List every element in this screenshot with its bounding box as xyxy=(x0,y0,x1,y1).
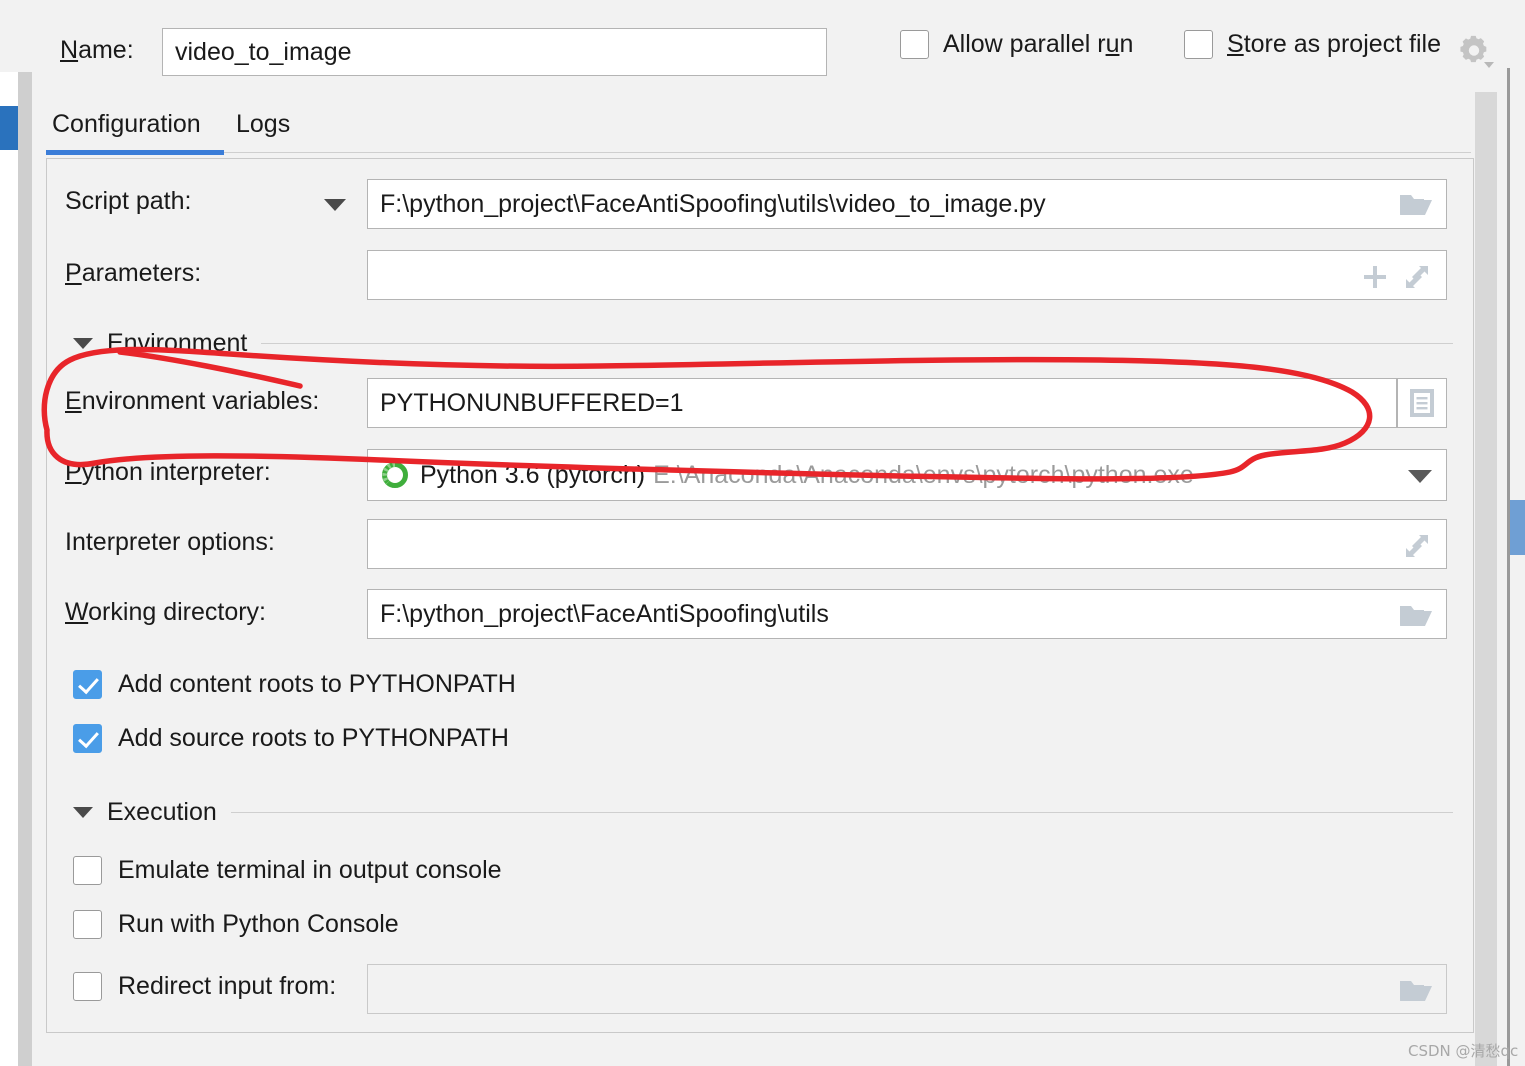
redirect-input-browse-button[interactable] xyxy=(1395,975,1437,1007)
run-with-python-console-box[interactable] xyxy=(73,910,102,939)
store-as-project-file-box[interactable] xyxy=(1184,30,1213,59)
name-label-accel: N xyxy=(60,36,79,64)
emulate-terminal-box[interactable] xyxy=(73,856,102,885)
right-pane-strip xyxy=(1510,68,1525,1066)
working-directory-field[interactable]: F:\python_project\FaceAntiSpoofing\utils xyxy=(367,589,1447,639)
redirect-input-label: Redirect input from: xyxy=(118,972,337,1000)
working-directory-label: Working directory: xyxy=(65,598,267,626)
tab-logs[interactable]: Logs xyxy=(232,104,294,152)
expand-icon xyxy=(1406,266,1428,288)
script-path-field[interactable]: F:\python_project\FaceAntiSpoofing\utils… xyxy=(367,179,1447,229)
configuration-panel: Script path: F:\python_project\FaceAntiS… xyxy=(46,158,1474,1033)
folder-icon xyxy=(1400,195,1432,215)
watermark: CSDN @清愁qc xyxy=(1408,1042,1519,1060)
document-list-icon xyxy=(1410,389,1434,417)
left-gutter-selection-marker[interactable] xyxy=(0,106,18,150)
add-source-roots-box[interactable] xyxy=(73,724,102,753)
parameters-insert-macro-button[interactable] xyxy=(1357,261,1393,293)
emulate-terminal-checkbox[interactable]: Emulate terminal in output console xyxy=(73,856,502,885)
add-content-roots-box[interactable] xyxy=(73,670,102,699)
left-divider xyxy=(18,72,32,1066)
add-source-roots-checkbox[interactable]: Add source roots to PYTHONPATH xyxy=(73,724,509,753)
tab-bar: Configuration Logs xyxy=(32,104,1475,155)
execution-section-header[interactable]: Execution xyxy=(73,798,1453,827)
redirect-input-field[interactable] xyxy=(367,964,1447,1014)
left-gutter xyxy=(0,72,18,1066)
execution-section-title: Execution xyxy=(107,798,217,826)
parameters-label: Parameters: xyxy=(65,259,202,287)
script-path-browse-button[interactable] xyxy=(1395,189,1437,221)
parameters-expand-button[interactable] xyxy=(1399,261,1435,293)
allow-parallel-run-checkbox[interactable]: Allow parallel run xyxy=(900,30,1133,59)
name-label-rest: ame: xyxy=(78,36,134,64)
plus-icon xyxy=(1364,266,1386,288)
vertical-scrollbar[interactable] xyxy=(1475,92,1497,1066)
run-with-python-console-label: Run with Python Console xyxy=(118,910,399,938)
allow-parallel-run-box[interactable] xyxy=(900,30,929,59)
environment-variables-field[interactable]: PYTHONUNBUFFERED=1 xyxy=(367,378,1397,428)
python-interpreter-combobox[interactable]: Python 3.6 (pytorch) E:\Anaconda\Anacond… xyxy=(367,449,1447,501)
add-content-roots-checkbox[interactable]: Add content roots to PYTHONPATH xyxy=(73,670,516,699)
working-directory-value: F:\python_project\FaceAntiSpoofing\utils xyxy=(380,599,829,628)
name-label: Name: xyxy=(60,36,134,65)
environment-variables-edit-button[interactable] xyxy=(1397,378,1447,428)
environment-section-header[interactable]: Environment xyxy=(73,329,1453,358)
redirect-input-box[interactable] xyxy=(73,972,102,1001)
script-path-dropdown-icon[interactable] xyxy=(315,189,355,221)
parameters-field[interactable] xyxy=(367,250,1447,300)
python-interpreter-label: Python interpreter: xyxy=(65,458,271,486)
execution-collapse-triangle-icon[interactable] xyxy=(73,807,93,818)
interpreter-options-label: Interpreter options: xyxy=(65,528,275,556)
folder-icon xyxy=(1400,981,1432,1001)
gear-icon[interactable] xyxy=(1457,32,1499,72)
python-interpreter-value: Python 3.6 (pytorch) xyxy=(420,460,646,489)
environment-variables-label: Environment variables: xyxy=(65,387,320,415)
name-input[interactable] xyxy=(162,28,827,76)
environment-section-rule xyxy=(261,343,1453,344)
redirect-input-checkbox[interactable]: Redirect input from: xyxy=(73,972,336,1001)
run-with-python-console-checkbox[interactable]: Run with Python Console xyxy=(73,910,399,939)
folder-icon xyxy=(1400,606,1432,626)
tab-rule xyxy=(46,152,1471,153)
environment-variables-value: PYTHONUNBUFFERED=1 xyxy=(380,388,684,417)
tab-configuration[interactable]: Configuration xyxy=(48,104,205,152)
add-content-roots-label: Add content roots to PYTHONPATH xyxy=(118,670,516,698)
working-directory-browse-button[interactable] xyxy=(1395,600,1437,632)
emulate-terminal-label: Emulate terminal in output console xyxy=(118,856,502,884)
interpreter-options-field[interactable] xyxy=(367,519,1447,569)
execution-section-rule xyxy=(230,812,1453,813)
script-path-label: Script path: xyxy=(65,187,192,215)
tab-active-underline xyxy=(46,150,224,155)
add-source-roots-label: Add source roots to PYTHONPATH xyxy=(118,724,509,752)
store-as-project-file-checkbox[interactable]: Store as project file xyxy=(1184,30,1441,59)
script-path-value: F:\python_project\FaceAntiSpoofing\utils… xyxy=(380,189,1046,218)
allow-parallel-run-label: Allow parallel run xyxy=(943,30,1134,58)
expand-icon xyxy=(1406,535,1428,557)
right-side-tool-tab[interactable] xyxy=(1510,500,1525,555)
environment-section-title: Environment xyxy=(107,329,248,357)
conda-ring-icon xyxy=(380,460,410,490)
environment-collapse-triangle-icon[interactable] xyxy=(73,338,93,349)
store-as-project-file-label: Store as project file xyxy=(1227,30,1442,58)
python-interpreter-dropdown-icon[interactable] xyxy=(1397,463,1443,489)
interpreter-options-expand-button[interactable] xyxy=(1399,530,1435,562)
python-interpreter-path: E:\Anaconda\Anaconda\envs\pytorch\python… xyxy=(653,460,1194,489)
dialog-header: Name: Allow parallel run Store as projec… xyxy=(32,0,1494,100)
